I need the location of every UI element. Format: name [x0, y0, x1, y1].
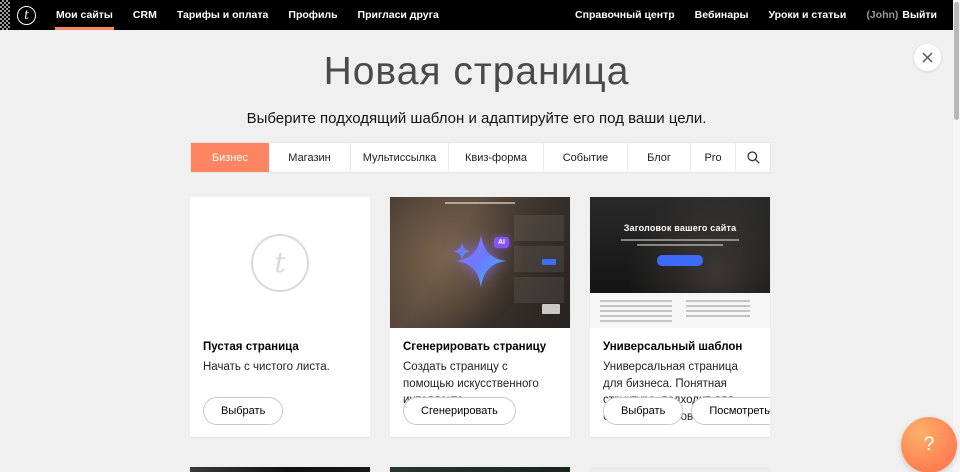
page-title: Новая страница: [0, 50, 953, 94]
nav-webinars[interactable]: Вебинары: [685, 0, 759, 30]
tilda-logo-letter: t: [24, 9, 29, 21]
nav-invite-friend[interactable]: Пригласи друга: [348, 0, 449, 30]
template-card-partial[interactable]: [390, 467, 570, 472]
choose-button[interactable]: Выбрать: [203, 397, 283, 425]
tab-multilink[interactable]: Мультиссылка: [351, 143, 449, 172]
nav-crm[interactable]: CRM: [123, 0, 167, 30]
tab-business[interactable]: Бизнес: [191, 143, 269, 172]
help-button-label: ?: [924, 434, 935, 456]
tab-blog[interactable]: Блог: [628, 143, 691, 172]
preview-hero: Заголовок вашего сайта: [590, 197, 770, 293]
logout-link[interactable]: Выйти: [900, 0, 947, 30]
topbar-nav-right: Справочный центр Вебинары Уроки и статьи…: [565, 0, 953, 30]
page-subtitle: Выберите подходящий шаблон и адаптируйте…: [0, 110, 953, 127]
user-name: (John): [856, 0, 900, 30]
nav-tariffs-payment[interactable]: Тарифы и оплата: [167, 0, 279, 30]
template-card-partial[interactable]: [590, 467, 770, 472]
template-preview: [390, 467, 570, 472]
tilda-circle-logo: t: [251, 234, 309, 292]
corner-texture: [0, 0, 10, 30]
nav-profile[interactable]: Профиль: [278, 0, 347, 30]
card-title: Сгенерировать страницу: [403, 341, 557, 353]
blank-page-preview: t: [190, 197, 370, 328]
preview-navbar-line: [445, 202, 515, 204]
tab-quiz-form[interactable]: Квиз-форма: [449, 143, 544, 172]
card-generate-page: AI Сгенерировать страницу Создать страни…: [390, 197, 570, 437]
tab-search[interactable]: [736, 143, 770, 172]
template-preview: [190, 467, 370, 472]
card-description: Начать с чистого листа.: [203, 359, 357, 376]
template-cards-grid: t Пустая страница Начать с чистого листа…: [190, 197, 770, 472]
new-page-screen: t Мои сайты CRM Тарифы и оплата Профиль …: [0, 0, 960, 472]
nav-my-sites[interactable]: Мои сайты: [46, 0, 123, 30]
preview-white-card: [542, 304, 560, 314]
nav-help-center[interactable]: Справочный центр: [565, 0, 685, 30]
template-preview: [590, 467, 770, 472]
search-icon: [747, 151, 760, 164]
preview-text-section: [590, 293, 770, 328]
ai-badge: AI: [494, 237, 509, 248]
scrollbar-track[interactable]: [953, 0, 960, 472]
tab-pro[interactable]: Pro: [691, 143, 736, 172]
tilda-logo[interactable]: t: [17, 6, 36, 25]
preview-cta-button: [657, 255, 703, 266]
close-icon: [922, 52, 933, 63]
close-button[interactable]: [914, 44, 941, 71]
preview-text-column: [686, 300, 750, 317]
generate-button[interactable]: Сгенерировать: [403, 397, 516, 425]
tab-event[interactable]: Событие: [544, 143, 628, 172]
ai-generate-preview: AI: [390, 197, 570, 328]
template-category-tabs: Бизнес Магазин Мультиссылка Квиз-форма С…: [190, 142, 771, 173]
preview-subtitle-line: [637, 244, 723, 246]
card-title: Пустая страница: [203, 341, 357, 353]
universal-template-preview: Заголовок вашего сайта: [590, 197, 770, 328]
scrollbar-thumb[interactable]: [954, 2, 959, 120]
preview-subtitle-line: [621, 239, 739, 241]
view-button[interactable]: Посмотреть: [691, 397, 770, 425]
choose-button[interactable]: Выбрать: [603, 397, 683, 425]
card-universal-template: Заголовок вашего сайта Универсальный шаб…: [590, 197, 770, 437]
preview-panels: [514, 215, 564, 308]
help-button[interactable]: ?: [901, 417, 957, 472]
preview-blue-button: [542, 259, 556, 265]
preview-text-column: [600, 300, 672, 322]
card-title: Универсальный шаблон: [603, 341, 757, 353]
preview-site-heading: Заголовок вашего сайта: [590, 223, 770, 233]
card-blank-page: t Пустая страница Начать с чистого листа…: [190, 197, 370, 437]
topbar-nav-left: Мои сайты CRM Тарифы и оплата Профиль Пр…: [46, 0, 449, 30]
tilda-circle-letter: t: [274, 246, 285, 279]
topbar: t Мои сайты CRM Тарифы и оплата Профиль …: [0, 0, 953, 30]
tab-shop[interactable]: Магазин: [269, 143, 351, 172]
nav-lessons-articles[interactable]: Уроки и статьи: [758, 0, 856, 30]
template-card-partial[interactable]: [190, 467, 370, 472]
